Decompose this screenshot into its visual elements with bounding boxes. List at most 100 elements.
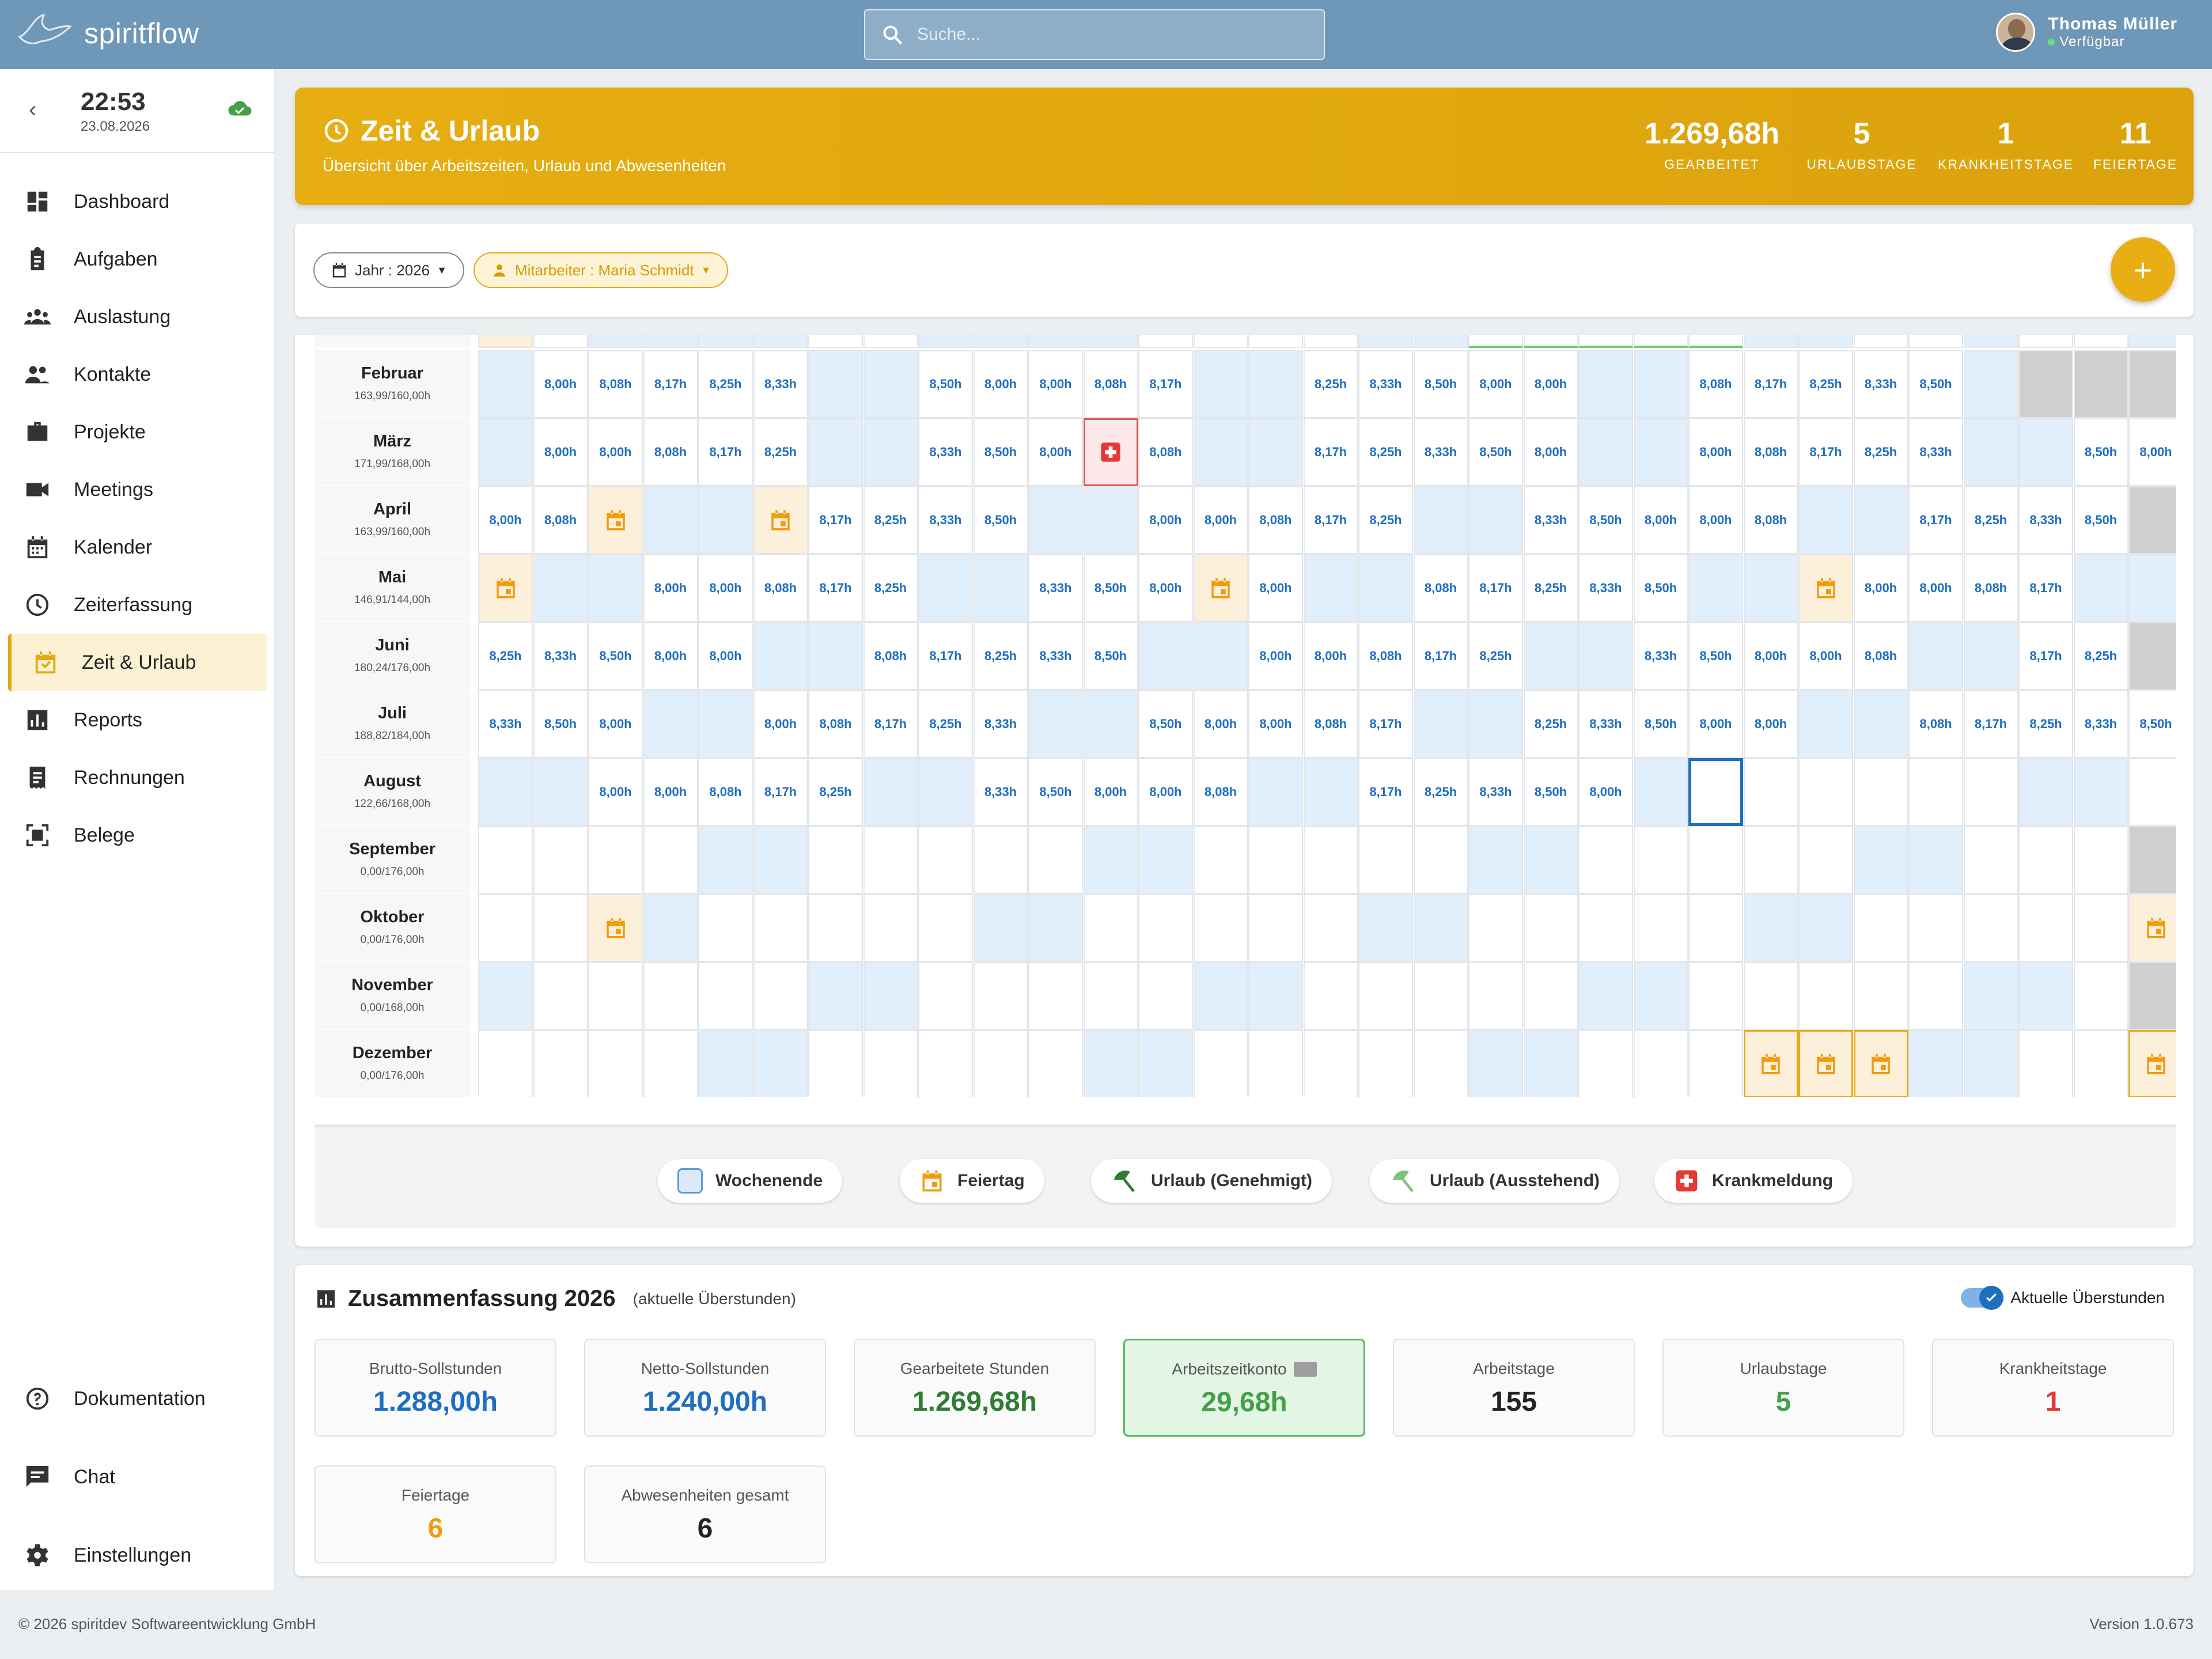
day-cell[interactable] bbox=[533, 335, 588, 348]
weekend-cell[interactable] bbox=[1578, 622, 1633, 690]
weekend-cell[interactable] bbox=[753, 826, 808, 894]
work-hours-cell[interactable]: 8,00h bbox=[1468, 350, 1523, 418]
day-cell[interactable] bbox=[1358, 335, 1413, 348]
work-hours-cell[interactable]: 8,00h bbox=[588, 758, 643, 826]
sidebar-item-zeiterfassung[interactable]: Zeiterfassung bbox=[0, 576, 275, 634]
day-cell[interactable] bbox=[808, 894, 863, 962]
weekend-cell[interactable] bbox=[478, 758, 533, 826]
holiday-cell[interactable] bbox=[588, 486, 643, 554]
work-hours-cell[interactable]: 8,33h bbox=[1578, 690, 1633, 758]
day-cell[interactable] bbox=[533, 1030, 588, 1097]
day-cell[interactable] bbox=[918, 335, 973, 348]
work-hours-cell[interactable]: 8,25h bbox=[698, 350, 753, 418]
work-hours-cell[interactable]: 8,08h bbox=[1248, 486, 1303, 554]
work-hours-cell[interactable]: 8,00h bbox=[1743, 690, 1798, 758]
weekend-cell[interactable] bbox=[1413, 894, 1468, 962]
invalid-day-cell[interactable] bbox=[2128, 962, 2176, 1030]
day-cell[interactable] bbox=[1303, 1030, 1358, 1097]
sick-day-cell[interactable] bbox=[1083, 418, 1138, 486]
day-cell[interactable] bbox=[643, 335, 698, 348]
work-hours-cell[interactable]: 8,33h bbox=[533, 622, 588, 690]
work-hours-cell[interactable]: 8,00h bbox=[1248, 554, 1303, 622]
weekend-cell[interactable] bbox=[1248, 418, 1303, 486]
weekend-cell[interactable] bbox=[588, 554, 643, 622]
year-filter-chip[interactable]: Jahr : 2026 ▼ bbox=[313, 252, 464, 288]
day-cell[interactable] bbox=[863, 335, 918, 348]
weekend-cell[interactable] bbox=[1028, 894, 1083, 962]
work-hours-cell[interactable]: 8,00h bbox=[1908, 554, 1963, 622]
weekend-cell[interactable] bbox=[1083, 486, 1138, 554]
work-hours-cell[interactable]: 8,08h bbox=[1963, 554, 2018, 622]
work-hours-cell[interactable]: 8,00h bbox=[533, 350, 588, 418]
sidebar-item-zeit-urlaub[interactable]: Zeit & Urlaub bbox=[8, 634, 267, 691]
day-cell[interactable] bbox=[1193, 894, 1248, 962]
day-cell[interactable] bbox=[1248, 1030, 1303, 1097]
weekend-cell[interactable] bbox=[753, 1030, 808, 1097]
day-cell[interactable] bbox=[1083, 962, 1138, 1030]
weekend-cell[interactable] bbox=[808, 622, 863, 690]
weekend-cell[interactable] bbox=[1248, 758, 1303, 826]
work-hours-cell[interactable]: 8,08h bbox=[808, 690, 863, 758]
day-cell[interactable] bbox=[808, 335, 863, 348]
weekend-cell[interactable] bbox=[643, 894, 698, 962]
weekend-cell[interactable] bbox=[698, 826, 753, 894]
weekend-cell[interactable] bbox=[1578, 962, 1633, 1030]
day-cell[interactable] bbox=[533, 962, 588, 1030]
work-hours-cell[interactable]: 8,17h bbox=[698, 418, 753, 486]
work-hours-cell[interactable]: 8,17h bbox=[918, 622, 973, 690]
day-cell[interactable] bbox=[1798, 335, 1853, 348]
day-cell[interactable] bbox=[1193, 826, 1248, 894]
day-cell[interactable] bbox=[1138, 894, 1193, 962]
weekend-cell[interactable] bbox=[1688, 554, 1743, 622]
holiday-cell[interactable] bbox=[753, 486, 808, 554]
user-menu[interactable]: Thomas Müller Verfügbar bbox=[1996, 13, 2177, 52]
work-hours-cell[interactable]: 8,33h bbox=[1028, 554, 1083, 622]
work-hours-cell[interactable]: 8,08h bbox=[753, 554, 808, 622]
day-cell[interactable] bbox=[2073, 335, 2128, 348]
weekend-cell[interactable] bbox=[478, 350, 533, 418]
work-hours-cell[interactable]: 8,00h bbox=[1523, 418, 1578, 486]
day-cell[interactable] bbox=[1688, 1030, 1743, 1097]
work-hours-cell[interactable]: 8,08h bbox=[1743, 418, 1798, 486]
weekend-cell[interactable] bbox=[1633, 758, 1688, 826]
weekend-cell[interactable] bbox=[698, 1030, 753, 1097]
day-cell[interactable] bbox=[588, 826, 643, 894]
overtime-toggle[interactable]: Aktuelle Überstunden bbox=[1961, 1286, 2165, 1310]
work-hours-cell[interactable]: 8,08h bbox=[1358, 622, 1413, 690]
employee-filter-chip[interactable]: Mitarbeiter : Maria Schmidt ▼ bbox=[474, 252, 729, 288]
day-cell[interactable] bbox=[863, 1030, 918, 1097]
search-bar[interactable] bbox=[864, 9, 1325, 60]
toggle-switch[interactable] bbox=[1961, 1286, 2004, 1310]
work-hours-cell[interactable]: 8,25h bbox=[808, 758, 863, 826]
work-hours-cell[interactable]: 8,33h bbox=[1908, 418, 1963, 486]
day-cell[interactable] bbox=[863, 894, 918, 962]
weekend-cell[interactable] bbox=[478, 962, 533, 1030]
work-hours-cell[interactable]: 8,50h bbox=[1138, 690, 1193, 758]
work-hours-cell[interactable]: 8,00h bbox=[698, 554, 753, 622]
work-hours-cell[interactable]: 8,50h bbox=[2073, 418, 2128, 486]
work-hours-cell[interactable]: 8,00h bbox=[643, 554, 698, 622]
day-cell[interactable] bbox=[1743, 826, 1798, 894]
weekend-cell[interactable] bbox=[863, 418, 918, 486]
work-hours-cell[interactable]: 8,25h bbox=[2018, 690, 2073, 758]
work-hours-cell[interactable]: 8,33h bbox=[2018, 486, 2073, 554]
work-hours-cell[interactable]: 8,17h bbox=[643, 350, 698, 418]
work-hours-cell[interactable]: 8,25h bbox=[1358, 486, 1413, 554]
day-cell[interactable] bbox=[918, 962, 973, 1030]
weekend-cell[interactable] bbox=[1853, 486, 1908, 554]
work-hours-cell[interactable]: 8,00h bbox=[1523, 350, 1578, 418]
day-cell[interactable] bbox=[1688, 826, 1743, 894]
work-hours-cell[interactable]: 8,00h bbox=[1798, 622, 1853, 690]
weekend-cell[interactable] bbox=[1578, 350, 1633, 418]
work-hours-cell[interactable]: 8,33h bbox=[2073, 690, 2128, 758]
day-cell[interactable] bbox=[1413, 335, 1468, 348]
day-cell[interactable] bbox=[1578, 1030, 1633, 1097]
day-cell[interactable] bbox=[1963, 335, 2018, 348]
sidebar-item-kontakte[interactable]: Kontakte bbox=[0, 346, 275, 403]
day-cell[interactable] bbox=[1908, 894, 1963, 962]
weekend-cell[interactable] bbox=[1633, 350, 1688, 418]
day-cell[interactable] bbox=[1798, 962, 1853, 1030]
day-cell[interactable] bbox=[1028, 335, 1083, 348]
weekend-cell[interactable] bbox=[1138, 1030, 1193, 1097]
day-cell[interactable] bbox=[698, 962, 753, 1030]
